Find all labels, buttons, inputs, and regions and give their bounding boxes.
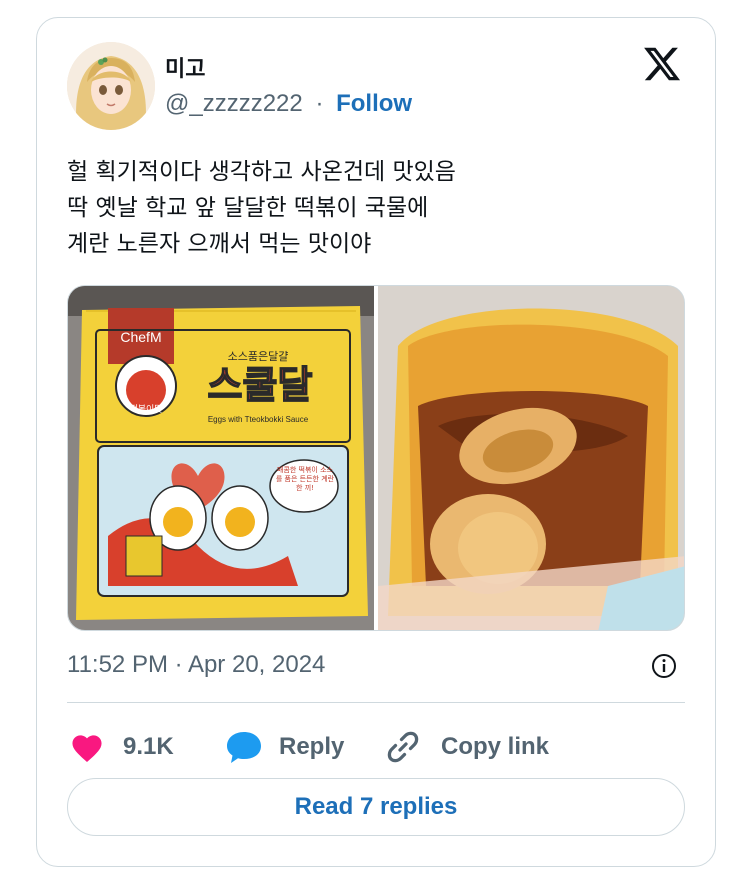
like-button[interactable]: 9.1K (69, 724, 174, 770)
info-icon[interactable] (651, 653, 677, 679)
speech-bubble-icon (227, 732, 261, 763)
user-handle[interactable]: @_zzzzz222 (165, 90, 303, 117)
product-name: 스쿨달 (208, 363, 313, 407)
brand-label: ChefM (120, 329, 161, 345)
tweet-text: 헐 획기적이다 생각하고 사온건데 맛있음 딱 옛날 학교 앞 달달한 떡볶이 … (67, 154, 687, 262)
action-bar: 9.1K Reply Copy link (67, 724, 687, 770)
product-tagline: 소스품은달걀 (228, 350, 289, 363)
reply-button[interactable]: Reply (225, 724, 344, 770)
product-subtitle: Eggs with Tteokbokki Sauce (208, 415, 309, 424)
reply-label: Reply (279, 733, 345, 760)
tweet-card: 미고 @_zzzzz222 · Follow 헐 획기적이다 생각하고 사온건데… (36, 17, 716, 867)
tweet-line-1: 헐 획기적이다 생각하고 사온건데 맛있음 (67, 159, 456, 185)
photo-opened-package[interactable] (378, 286, 684, 630)
handle-row: @_zzzzz222 · Follow (165, 90, 412, 118)
flavor-badge: 떡볶이맛 (129, 404, 162, 415)
photo-product-package[interactable]: ChefM 떡볶이맛 소스품은달걀 스쿨달 Eggs with Tteokbok… (68, 286, 374, 630)
display-name[interactable]: 미고 (165, 51, 205, 83)
media-grid: ChefM 떡볶이맛 소스품은달걀 스쿨달 Eggs with Tteokbok… (67, 285, 685, 631)
read-replies-button[interactable]: Read 7 replies (67, 778, 685, 836)
link-icon (387, 731, 419, 763)
copy-link-button[interactable]: Copy link (385, 724, 549, 770)
tweet-timestamp[interactable]: 11:52 PM · Apr 20, 2024 (67, 651, 325, 679)
separator: · (315, 90, 324, 117)
divider (67, 702, 685, 703)
avatar[interactable] (67, 42, 155, 130)
copy-link-label: Copy link (441, 733, 550, 760)
tweet-line-3: 계란 노른자 으깨서 먹는 맛이야 (67, 231, 372, 257)
heart-icon (72, 735, 102, 763)
like-count: 9.1K (123, 733, 174, 760)
package-speech-bubble: 매콤한 떡볶이 소스를 품은 든든한 계란 한 끼! (275, 466, 335, 492)
follow-button[interactable]: Follow (336, 90, 412, 117)
x-logo-icon[interactable] (641, 44, 683, 84)
tweet-line-2: 딱 옛날 학교 앞 달달한 떡볶이 국물에 (67, 195, 429, 221)
